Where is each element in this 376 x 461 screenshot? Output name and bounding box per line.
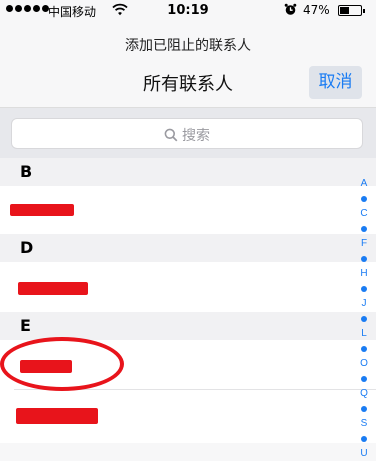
- cancel-button[interactable]: 取消: [309, 66, 362, 99]
- redacted-name: [10, 204, 74, 216]
- section-letter: B: [20, 162, 33, 181]
- index-dot-icon[interactable]: [356, 251, 372, 266]
- redacted-name: [18, 282, 88, 295]
- alarm-icon: [284, 3, 297, 19]
- list-item[interactable]: [0, 262, 376, 312]
- index-letter[interactable]: U: [356, 446, 372, 461]
- battery-percent: 47%: [303, 3, 330, 17]
- index-letter[interactable]: L: [356, 326, 372, 341]
- index-letter[interactable]: S: [356, 416, 372, 431]
- highlight-circle: [0, 337, 124, 391]
- index-letter[interactable]: A: [356, 176, 372, 191]
- search-bar: 搜索: [0, 107, 376, 159]
- search-icon: [164, 128, 178, 142]
- index-dot-icon[interactable]: [356, 431, 372, 446]
- redacted-name: [16, 408, 98, 424]
- index-dot-icon[interactable]: [356, 371, 372, 386]
- index-letter[interactable]: C: [356, 206, 372, 221]
- section-header-e: E: [0, 312, 376, 340]
- battery-icon: [338, 5, 365, 16]
- section-letter: E: [20, 316, 31, 335]
- section-letter: D: [20, 238, 34, 257]
- index-letter[interactable]: F: [356, 236, 372, 251]
- section-header-d: D: [0, 234, 376, 262]
- index-dot-icon[interactable]: [356, 311, 372, 326]
- nav-subtitle: 添加已阻止的联系人: [125, 38, 251, 54]
- search-placeholder: 搜索: [182, 128, 210, 144]
- contact-list: B D E: [0, 158, 376, 443]
- index-dot-icon[interactable]: [356, 281, 372, 296]
- index-dot-icon[interactable]: [356, 401, 372, 416]
- section-index[interactable]: A C F H J L O Q S U: [356, 176, 372, 461]
- status-bar: 中国移动 10:19 47%: [0, 0, 376, 22]
- index-dot-icon[interactable]: [356, 221, 372, 236]
- index-letter[interactable]: Q: [356, 386, 372, 401]
- section-header-b: B: [0, 158, 376, 186]
- index-letter[interactable]: O: [356, 356, 372, 371]
- list-item[interactable]: [0, 390, 376, 443]
- search-input[interactable]: 搜索: [11, 118, 363, 149]
- index-letter[interactable]: J: [356, 296, 372, 311]
- index-dot-icon[interactable]: [356, 191, 372, 206]
- index-dot-icon[interactable]: [356, 341, 372, 356]
- list-item[interactable]: [0, 186, 376, 234]
- index-letter[interactable]: H: [356, 266, 372, 281]
